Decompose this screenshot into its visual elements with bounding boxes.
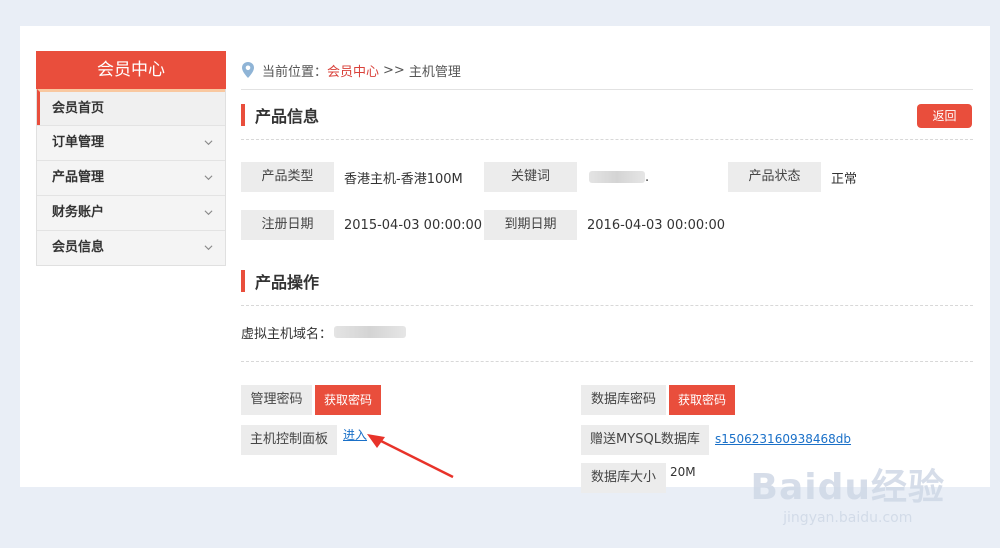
watermark-url: jingyan.baidu.com [783,510,913,526]
get-db-password-button[interactable]: 获取密码 [669,385,736,415]
sidebar-item-products[interactable]: 产品管理 [37,160,225,195]
product-status-value: 正常 [831,171,858,187]
reg-date-value: 2015-04-03 00:00:00 [344,217,483,233]
divider [241,361,973,362]
reg-date-label: 注册日期 [241,210,334,240]
breadcrumb-prefix: 当前位置： [262,64,328,80]
exp-date-value: 2016-04-03 00:00:00 [587,217,726,233]
product-status-row: 产品状态 正常 [728,162,857,192]
chevron-down-icon [204,245,213,251]
reg-date-row: 注册日期 2015-04-03 00:00:00 [241,210,482,240]
product-type-value: 香港主机-香港100M [344,171,463,187]
product-status-label: 产品状态 [728,162,821,192]
sidebar-item-label: 产品管理 [52,170,105,185]
control-panel-row: 主机控制面板 进入 [241,425,367,455]
sidebar-item-label: 订单管理 [52,135,105,150]
redacted-keyword [589,171,645,183]
admin-password-label: 管理密码 [241,385,312,415]
keyword-label: 关键词 [484,162,577,192]
breadcrumb: 当前位置： 会员中心 >> 主机管理 [241,51,973,90]
enter-control-panel-link[interactable]: 进入 [343,426,367,443]
db-size-label: 数据库大小 [581,463,666,493]
sidebar-item-label: 财务账户 [52,205,105,220]
chevron-down-icon [204,210,213,216]
chevron-down-icon [204,175,213,181]
breadcrumb-separator: >> [383,62,405,78]
baidu-watermark: Baidu经验 jingyan.baidu.com [751,458,945,526]
chevron-down-icon [204,140,213,146]
back-button[interactable]: 返回 [917,104,972,128]
sidebar-item-label: 会员信息 [52,240,105,255]
product-type-row: 产品类型 香港主机-香港100M [241,162,463,192]
sidebar-item-member-home[interactable]: 会员首页 [37,89,225,125]
sidebar-item-orders[interactable]: 订单管理 [37,125,225,160]
domain-row: 虚拟主机域名： [241,322,407,342]
breadcrumb-current: 主机管理 [408,64,461,80]
product-type-label: 产品类型 [241,162,334,192]
exp-date-row: 到期日期 2016-04-03 00:00:00 [484,210,725,240]
db-password-label: 数据库密码 [581,385,666,415]
db-size-row: 数据库大小 20M [581,463,696,493]
annotation-arrow-icon [367,434,454,479]
location-pin-icon [242,62,254,78]
section-accent-bar [241,103,245,126]
keyword-value: . [645,169,650,185]
breadcrumb-home-link[interactable]: 会员中心 [327,61,379,80]
db-size-value: 20M [670,465,696,479]
redacted-domain [334,326,407,338]
main-content: 当前位置： 会员中心 >> 主机管理 产品信息 返回 [241,51,973,140]
sidebar-item-member-info[interactable]: 会员信息 [37,230,225,265]
control-panel-label: 主机控制面板 [241,425,337,455]
db-password-row: 数据库密码 获取密码 [581,385,736,415]
domain-label: 虚拟主机域名： [241,326,333,342]
sidebar-menu: 会员首页 订单管理 产品管理 财务账户 会员信息 [36,89,226,266]
mysql-row: 赠送MYSQL数据库 s150623160938468db [581,425,851,455]
admin-password-row: 管理密码 获取密码 [241,385,382,415]
sidebar-title: 会员中心 [36,51,226,89]
keyword-row: 关键词 . [484,162,649,192]
product-ops-header: 产品操作 [241,256,973,306]
exp-date-label: 到期日期 [484,210,577,240]
sidebar-item-finance[interactable]: 财务账户 [37,195,225,230]
section-accent-bar [241,269,245,292]
product-ops-title: 产品操作 [255,272,320,292]
sidebar: 会员中心 会员首页 订单管理 产品管理 财务账户 会员信息 [36,51,226,266]
watermark-brand: Baidu经验 [750,467,945,508]
mysql-db-link[interactable]: s150623160938468db [715,432,851,446]
product-info-header: 产品信息 返回 [241,90,973,140]
mysql-label: 赠送MYSQL数据库 [581,425,709,455]
product-info-title: 产品信息 [255,106,320,126]
get-admin-password-button[interactable]: 获取密码 [315,385,382,415]
sidebar-item-label: 会员首页 [52,101,105,116]
